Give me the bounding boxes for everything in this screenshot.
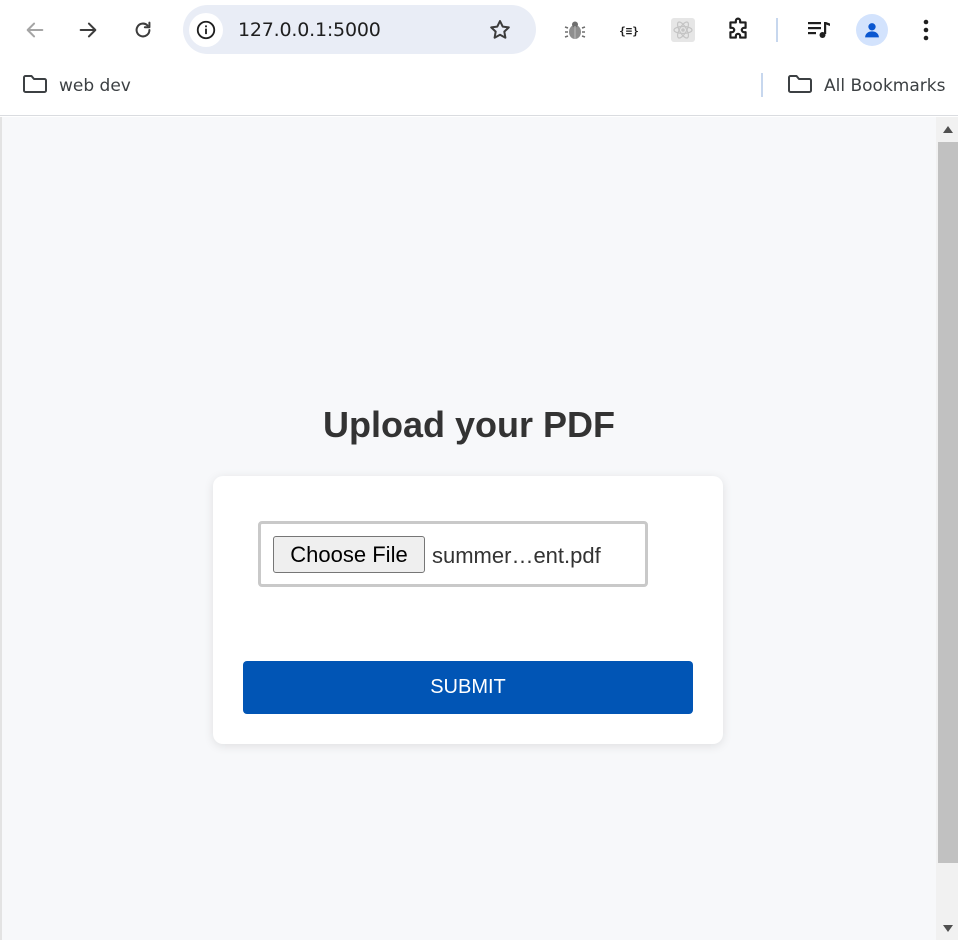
scroll-down-arrow-icon[interactable]	[943, 925, 953, 932]
reload-icon[interactable]	[127, 14, 159, 46]
kebab-menu-icon[interactable]	[910, 14, 942, 46]
forward-arrow-icon[interactable]	[72, 14, 104, 46]
bookmark-folder-web-dev[interactable]: web dev	[22, 74, 131, 98]
profile-avatar-icon[interactable]	[856, 14, 888, 46]
json-extension-icon[interactable]: {≡}	[613, 14, 645, 46]
page-title: Upload your PDF	[322, 404, 615, 445]
folder-icon	[22, 73, 48, 100]
bookmark-folder-label: web dev	[59, 76, 131, 96]
info-icon[interactable]	[189, 13, 223, 47]
page-viewport: Upload your PDF Choose File summer…ent.p…	[0, 117, 958, 940]
address-bar[interactable]: 127.0.0.1:5000	[183, 5, 536, 54]
choose-file-button[interactable]: Choose File	[273, 536, 425, 573]
all-bookmarks-button[interactable]: All Bookmarks	[787, 74, 945, 98]
vertical-scrollbar[interactable]	[936, 117, 958, 940]
media-controls-icon[interactable]	[803, 14, 835, 46]
file-input[interactable]: Choose File summer…ent.pdf	[258, 521, 648, 587]
react-extension-icon[interactable]	[667, 14, 699, 46]
all-bookmarks-label: All Bookmarks	[824, 76, 946, 96]
selected-file-name: summer…ent.pdf	[432, 543, 601, 568]
bookmarks-bar: web dev All Bookmarks	[0, 60, 958, 116]
upload-card: Choose File summer…ent.pdf SUBMIT	[213, 476, 723, 744]
puzzle-extensions-icon[interactable]	[722, 14, 754, 46]
browser-toolbar: 127.0.0.1:5000 {≡}	[0, 0, 958, 60]
folder-icon	[787, 73, 813, 100]
bug-extension-icon[interactable]	[559, 14, 591, 46]
url-text[interactable]: 127.0.0.1:5000	[238, 19, 381, 41]
submit-button[interactable]: SUBMIT	[243, 661, 693, 714]
scrollbar-thumb[interactable]	[938, 142, 958, 863]
svg-text:{≡}: {≡}	[619, 25, 639, 38]
bookmarks-divider	[761, 73, 763, 97]
toolbar-divider	[776, 18, 778, 42]
star-icon[interactable]	[485, 15, 515, 45]
back-arrow-icon[interactable]	[19, 14, 51, 46]
scroll-up-arrow-icon[interactable]	[943, 126, 953, 133]
